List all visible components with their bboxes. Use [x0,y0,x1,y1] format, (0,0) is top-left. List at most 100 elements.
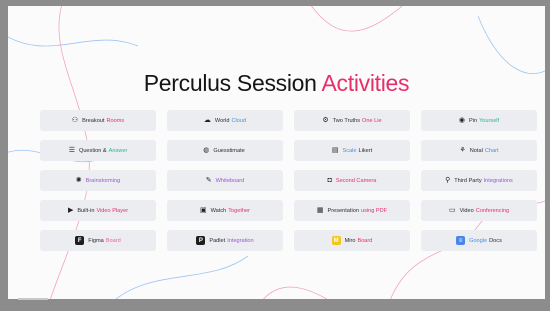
activity-highlight: Cloud [231,117,247,124]
miro-logo-icon: M [331,236,341,245]
activity-card[interactable]: ✎ Whiteboard [167,170,283,191]
activity-text: Watch [210,207,227,214]
activity-highlight: Conferencing [475,207,510,214]
activity-card[interactable]: ⚇ Breakout Rooms [40,110,156,131]
activity-text: Video [459,207,474,214]
activity-card[interactable]: M Miro Board [294,230,410,251]
activity-highlight: Answer [108,147,128,154]
brainstorming-icon: ✺ [75,177,82,184]
activity-text: World [214,117,230,124]
activity-card[interactable]: ⚘ Notal Chart [421,140,537,161]
activity-card[interactable]: ◍ Guesstimate [167,140,283,161]
video-player-icon: ▶ [67,207,74,214]
video-conferencing-icon: ▭ [448,207,456,214]
activity-label: Whiteboard [216,178,245,184]
activity-text: Figma [88,237,104,244]
activity-label: World Cloud [215,118,246,124]
padlet-logo-icon: P [196,236,206,245]
activity-highlight: Brainstorming [85,177,121,184]
activity-label: Pin Yourself [469,118,499,124]
activity-text: Docs [489,237,502,244]
activity-label: Notal Chart [470,148,499,154]
activity-text: Pin [469,117,478,124]
activity-card[interactable]: ◉ Pin Yourself [421,110,537,131]
activity-label: Presentation using PDF [328,208,388,214]
activity-text: Miro [344,237,356,244]
activity-card[interactable]: ▭ Video Conferencing [421,200,537,221]
list-icon: ☰ [68,147,75,154]
integrations-icon: ⚲ [445,177,451,184]
activity-highlight: Rooms [106,117,125,124]
activity-label: Figma Board [88,238,120,244]
two-truths-icon: ⚙ [322,117,329,124]
title-accent: Activities [321,70,410,96]
activity-label: Second Camera [336,178,376,184]
activity-highlight: Video Player [96,207,129,214]
activity-label: Third Party Integrations [454,178,513,184]
activity-card[interactable]: ◘ Second Camera [294,170,410,191]
activity-text: Padlet [209,237,226,244]
activity-label: Padlet Integration [209,238,253,244]
activity-label: Watch Together [211,208,250,214]
activity-card[interactable]: ☁ World Cloud [167,110,283,131]
activity-text: Presentation [327,207,359,214]
whiteboard-icon: ✎ [205,177,212,184]
activity-card[interactable]: P Padlet Integration [167,230,283,251]
activity-label: Question & Answer [79,148,127,154]
activity-highlight: Board [357,237,373,244]
activity-label: Miro Board [345,238,373,244]
google-docs-icon: ≡ [456,236,466,245]
activity-label: Breakout Rooms [82,118,124,124]
activity-highlight: One Lie [362,117,382,124]
activity-highlight: Scale [342,147,357,154]
activity-highlight: Board [105,237,121,244]
activity-card[interactable]: ▦ Presentation using PDF [294,200,410,221]
activity-label: Video Conferencing [460,208,510,214]
activity-card[interactable]: ▣ Watch Together [167,200,283,221]
activity-highlight: Integration [227,237,254,244]
activity-highlight: Together [228,207,251,214]
activity-text: Notal [469,147,483,154]
activity-card[interactable]: ⚲ Third Party Integrations [421,170,537,191]
screenshot-frame: Perculus Session Activities ⚇ Breakout Roo… [0,0,550,311]
activity-highlight: Chart [484,147,499,154]
activity-card[interactable]: ✺ Brainstorming [40,170,156,191]
activity-card[interactable]: ⚙ Two Truths One Lie [294,110,410,131]
title-main: Perculus Session [143,70,322,96]
activity-highlight: Second Camera [335,177,377,184]
activity-label: Guesstimate [213,148,246,154]
watch-together-icon: ▣ [199,207,207,214]
activity-label: Scale Likert [342,148,372,154]
activity-card[interactable]: ▶ Built-in Video Player [40,200,156,221]
second-camera-icon: ◘ [327,177,332,184]
breakout-rooms-icon: ⚇ [71,117,79,124]
activity-text: Two Truths [332,117,361,124]
guesstimate-icon: ◍ [203,147,210,154]
activity-card[interactable]: ≡ Google Docs [421,230,537,251]
activity-card[interactable]: ▤ Scale Likert [294,140,410,161]
world-cloud-icon: ☁ [203,117,211,124]
activity-card[interactable]: ☰ Question & Answer [40,140,156,161]
activity-text: Breakout [82,117,105,124]
activity-label: Google Docs [469,238,502,244]
activity-text: Third Party [454,177,482,184]
activity-highlight: Yourself [479,117,500,124]
activities-grid: ⚇ Breakout Rooms ☁ World Cloud ⚙ Two Truths One … [40,110,537,251]
activity-text: Guesstimate [213,147,245,154]
activity-text: Question & [78,147,107,154]
activity-card[interactable]: F Figma Board [40,230,156,251]
activity-highlight: Whiteboard [215,177,245,184]
activity-text: Built-in [77,207,95,214]
activity-text: Likert [358,147,373,154]
pin-icon: ◉ [458,117,465,124]
figma-logo-icon: F [75,236,85,245]
footer-bar [18,298,48,300]
slide: Perculus Session Activities ⚇ Breakout Roo… [8,6,545,299]
activity-label: Two Truths One Lie [333,118,382,124]
notes-icon: ⚘ [459,147,466,154]
activity-highlight: using PDF [360,207,388,214]
presentation-icon: ▦ [316,207,324,214]
likert-scale-icon: ▤ [331,147,339,154]
activity-label: Brainstorming [86,178,121,184]
activity-highlight: Integrations [483,177,513,184]
